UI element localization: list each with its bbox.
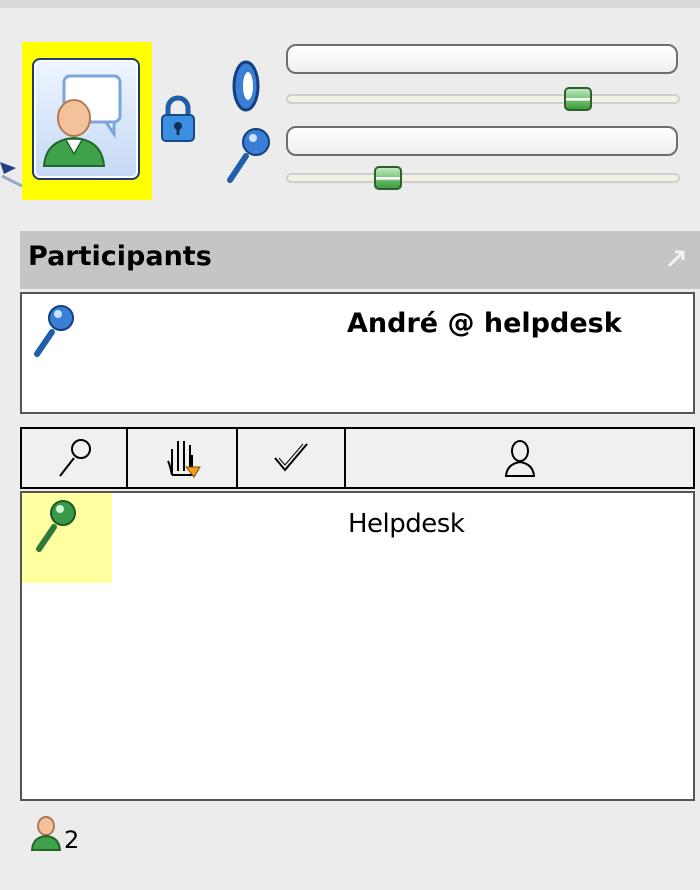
speaker-volume-thumb[interactable] <box>563 87 592 111</box>
expand-icon[interactable] <box>666 247 688 269</box>
lock-icon[interactable] <box>158 95 198 143</box>
speaker-level-meter <box>286 44 678 74</box>
mic-volume-thumb[interactable] <box>374 166 403 190</box>
microphone-icon <box>59 439 91 477</box>
person-speech-icon <box>42 74 122 167</box>
self-participant-box: André @ helpdesk <box>20 292 695 414</box>
microphone-icon[interactable] <box>224 126 272 186</box>
participant-list[interactable]: Helpdesk <box>20 491 695 801</box>
self-participant-name: André @ helpdesk <box>347 308 622 339</box>
column-user[interactable] <box>346 429 693 487</box>
column-raise-hand[interactable] <box>128 429 238 487</box>
microphone-icon <box>34 305 74 357</box>
participant-name: Helpdesk <box>348 509 465 539</box>
microphone-icon <box>36 500 76 552</box>
participants-title: Participants <box>28 241 212 272</box>
top-divider <box>0 0 700 8</box>
participant-row[interactable]: Helpdesk <box>22 493 693 583</box>
column-microphone[interactable] <box>22 429 128 487</box>
user-icon <box>504 440 535 477</box>
participants-header: Participants <box>20 231 700 289</box>
mic-level-meter <box>286 126 678 156</box>
raise-hand-icon <box>167 441 201 478</box>
mic-volume-track[interactable] <box>286 173 680 183</box>
speaker-icon[interactable] <box>228 58 260 114</box>
participant-list-header <box>20 427 695 489</box>
check-icon <box>274 443 308 472</box>
speaker-volume-track[interactable] <box>286 94 680 104</box>
user-icon <box>30 816 62 851</box>
column-check[interactable] <box>238 429 346 487</box>
participant-count: 2 <box>64 826 80 854</box>
talk-button[interactable] <box>32 58 140 180</box>
